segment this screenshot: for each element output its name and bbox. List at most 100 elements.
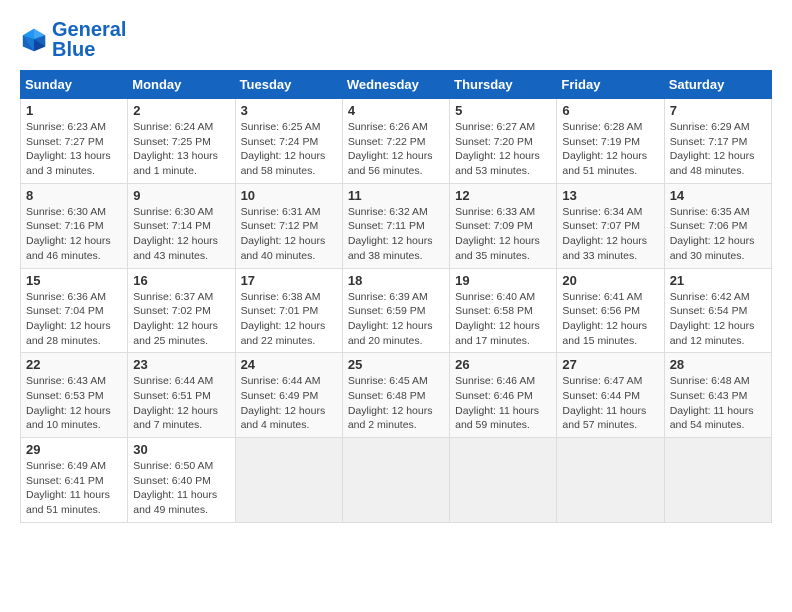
- day-number: 25: [348, 357, 444, 372]
- calendar-body: 1 Sunrise: 6:23 AM Sunset: 7:27 PM Daylig…: [21, 99, 772, 523]
- calendar-day-cell: 10 Sunrise: 6:31 AM Sunset: 7:12 PM Dayli…: [235, 183, 342, 268]
- calendar-day-cell: [235, 438, 342, 523]
- day-number: 17: [241, 273, 337, 288]
- day-number: 13: [562, 188, 658, 203]
- calendar-day-cell: 11Sunrise: 6:32 AM Sunset: 7:11 PM Dayli…: [342, 183, 449, 268]
- calendar-week-row: 8 Sunrise: 6:30 AM Sunset: 7:16 PM Daylig…: [21, 183, 772, 268]
- day-info: Sunrise: 6:36 AM Sunset: 7:04 PM Dayligh…: [26, 290, 122, 349]
- calendar-day-cell: 5 Sunrise: 6:27 AM Sunset: 7:20 PM Daylig…: [450, 99, 557, 184]
- weekday-header-cell: Monday: [128, 71, 235, 99]
- day-info: Sunrise: 6:50 AM Sunset: 6:40 PM Dayligh…: [133, 459, 229, 518]
- calendar-day-cell: 24Sunrise: 6:44 AM Sunset: 6:49 PM Dayli…: [235, 353, 342, 438]
- day-number: 10: [241, 188, 337, 203]
- calendar-day-cell: 7 Sunrise: 6:29 AM Sunset: 7:17 PM Daylig…: [664, 99, 771, 184]
- calendar-week-row: 15 Sunrise: 6:36 AM Sunset: 7:04 PM Dayli…: [21, 268, 772, 353]
- day-number: 22: [26, 357, 122, 372]
- day-number: 28: [670, 357, 766, 372]
- day-number: 3: [241, 103, 337, 118]
- day-info: Sunrise: 6:23 AM Sunset: 7:27 PM Dayligh…: [26, 120, 122, 179]
- day-number: 2: [133, 103, 229, 118]
- calendar-day-cell: 12 Sunrise: 6:33 AM Sunset: 7:09 PM Dayli…: [450, 183, 557, 268]
- calendar-day-cell: 20 Sunrise: 6:41 AM Sunset: 6:56 PM Dayli…: [557, 268, 664, 353]
- day-info: Sunrise: 6:40 AM Sunset: 6:58 PM Dayligh…: [455, 290, 551, 349]
- day-info: Sunrise: 6:34 AM Sunset: 7:07 PM Dayligh…: [562, 205, 658, 264]
- calendar-day-cell: 14 Sunrise: 6:35 AM Sunset: 7:06 PM Dayli…: [664, 183, 771, 268]
- page-header: General Blue: [20, 20, 772, 60]
- calendar-day-cell: [664, 438, 771, 523]
- calendar-week-row: 1 Sunrise: 6:23 AM Sunset: 7:27 PM Daylig…: [21, 99, 772, 184]
- day-info: Sunrise: 6:31 AM Sunset: 7:12 PM Dayligh…: [241, 205, 337, 264]
- day-info: Sunrise: 6:28 AM Sunset: 7:19 PM Dayligh…: [562, 120, 658, 179]
- day-info: Sunrise: 6:49 AM Sunset: 6:41 PM Dayligh…: [26, 459, 122, 518]
- day-info: Sunrise: 6:35 AM Sunset: 7:06 PM Dayligh…: [670, 205, 766, 264]
- day-info: Sunrise: 6:41 AM Sunset: 6:56 PM Dayligh…: [562, 290, 658, 349]
- weekday-header-row: SundayMondayTuesdayWednesdayThursdayFrid…: [21, 71, 772, 99]
- calendar-day-cell: 15 Sunrise: 6:36 AM Sunset: 7:04 PM Dayli…: [21, 268, 128, 353]
- calendar-day-cell: 23 Sunrise: 6:44 AM Sunset: 6:51 PM Dayli…: [128, 353, 235, 438]
- day-number: 5: [455, 103, 551, 118]
- day-number: 27: [562, 357, 658, 372]
- calendar-day-cell: 3 Sunrise: 6:25 AM Sunset: 7:24 PM Daylig…: [235, 99, 342, 184]
- day-info: Sunrise: 6:27 AM Sunset: 7:20 PM Dayligh…: [455, 120, 551, 179]
- calendar-week-row: 29 Sunrise: 6:49 AM Sunset: 6:41 PM Dayli…: [21, 438, 772, 523]
- calendar-day-cell: [342, 438, 449, 523]
- calendar-day-cell: 16 Sunrise: 6:37 AM Sunset: 7:02 PM Dayli…: [128, 268, 235, 353]
- day-number: 24: [241, 357, 337, 372]
- weekday-header-cell: Sunday: [21, 71, 128, 99]
- day-number: 8: [26, 188, 122, 203]
- day-number: 7: [670, 103, 766, 118]
- calendar-day-cell: 22Sunrise: 6:43 AM Sunset: 6:53 PM Dayli…: [21, 353, 128, 438]
- calendar-day-cell: 26Sunrise: 6:46 AM Sunset: 6:46 PM Dayli…: [450, 353, 557, 438]
- day-info: Sunrise: 6:46 AM Sunset: 6:46 PM Dayligh…: [455, 374, 551, 433]
- day-number: 19: [455, 273, 551, 288]
- calendar-day-cell: 30 Sunrise: 6:50 AM Sunset: 6:40 PM Dayli…: [128, 438, 235, 523]
- weekday-header-cell: Wednesday: [342, 71, 449, 99]
- day-number: 18: [348, 273, 444, 288]
- day-number: 14: [670, 188, 766, 203]
- day-info: Sunrise: 6:38 AM Sunset: 7:01 PM Dayligh…: [241, 290, 337, 349]
- day-info: Sunrise: 6:39 AM Sunset: 6:59 PM Dayligh…: [348, 290, 444, 349]
- calendar-day-cell: [450, 438, 557, 523]
- day-info: Sunrise: 6:42 AM Sunset: 6:54 PM Dayligh…: [670, 290, 766, 349]
- day-number: 4: [348, 103, 444, 118]
- logo-icon: [20, 26, 48, 54]
- weekday-header-cell: Saturday: [664, 71, 771, 99]
- calendar-day-cell: 4 Sunrise: 6:26 AM Sunset: 7:22 PM Daylig…: [342, 99, 449, 184]
- day-number: 1: [26, 103, 122, 118]
- day-info: Sunrise: 6:37 AM Sunset: 7:02 PM Dayligh…: [133, 290, 229, 349]
- day-number: 16: [133, 273, 229, 288]
- calendar-table: SundayMondayTuesdayWednesdayThursdayFrid…: [20, 70, 772, 523]
- calendar-day-cell: 18 Sunrise: 6:39 AM Sunset: 6:59 PM Dayli…: [342, 268, 449, 353]
- day-info: Sunrise: 6:29 AM Sunset: 7:17 PM Dayligh…: [670, 120, 766, 179]
- calendar-day-cell: 28 Sunrise: 6:48 AM Sunset: 6:43 PM Dayli…: [664, 353, 771, 438]
- day-number: 23: [133, 357, 229, 372]
- weekday-header-cell: Thursday: [450, 71, 557, 99]
- calendar-day-cell: 2 Sunrise: 6:24 AM Sunset: 7:25 PM Daylig…: [128, 99, 235, 184]
- day-info: Sunrise: 6:26 AM Sunset: 7:22 PM Dayligh…: [348, 120, 444, 179]
- day-number: 15: [26, 273, 122, 288]
- day-number: 12: [455, 188, 551, 203]
- day-info: Sunrise: 6:47 AM Sunset: 6:44 PM Dayligh…: [562, 374, 658, 433]
- day-info: Sunrise: 6:25 AM Sunset: 7:24 PM Dayligh…: [241, 120, 337, 179]
- calendar-day-cell: 1 Sunrise: 6:23 AM Sunset: 7:27 PM Daylig…: [21, 99, 128, 184]
- day-info: Sunrise: 6:30 AM Sunset: 7:14 PM Dayligh…: [133, 205, 229, 264]
- day-info: Sunrise: 6:30 AM Sunset: 7:16 PM Dayligh…: [26, 205, 122, 264]
- day-number: 21: [670, 273, 766, 288]
- calendar-day-cell: [557, 438, 664, 523]
- calendar-day-cell: 29 Sunrise: 6:49 AM Sunset: 6:41 PM Dayli…: [21, 438, 128, 523]
- day-number: 6: [562, 103, 658, 118]
- day-number: 29: [26, 442, 122, 457]
- day-info: Sunrise: 6:24 AM Sunset: 7:25 PM Dayligh…: [133, 120, 229, 179]
- day-info: Sunrise: 6:33 AM Sunset: 7:09 PM Dayligh…: [455, 205, 551, 264]
- weekday-header-cell: Tuesday: [235, 71, 342, 99]
- calendar-day-cell: 6 Sunrise: 6:28 AM Sunset: 7:19 PM Daylig…: [557, 99, 664, 184]
- day-info: Sunrise: 6:44 AM Sunset: 6:51 PM Dayligh…: [133, 374, 229, 433]
- calendar-day-cell: 27 Sunrise: 6:47 AM Sunset: 6:44 PM Dayli…: [557, 353, 664, 438]
- calendar-day-cell: 17 Sunrise: 6:38 AM Sunset: 7:01 PM Dayli…: [235, 268, 342, 353]
- logo: General Blue: [20, 20, 126, 60]
- day-info: Sunrise: 6:48 AM Sunset: 6:43 PM Dayligh…: [670, 374, 766, 433]
- day-number: 11: [348, 188, 444, 203]
- day-number: 30: [133, 442, 229, 457]
- calendar-week-row: 22Sunrise: 6:43 AM Sunset: 6:53 PM Dayli…: [21, 353, 772, 438]
- day-number: 20: [562, 273, 658, 288]
